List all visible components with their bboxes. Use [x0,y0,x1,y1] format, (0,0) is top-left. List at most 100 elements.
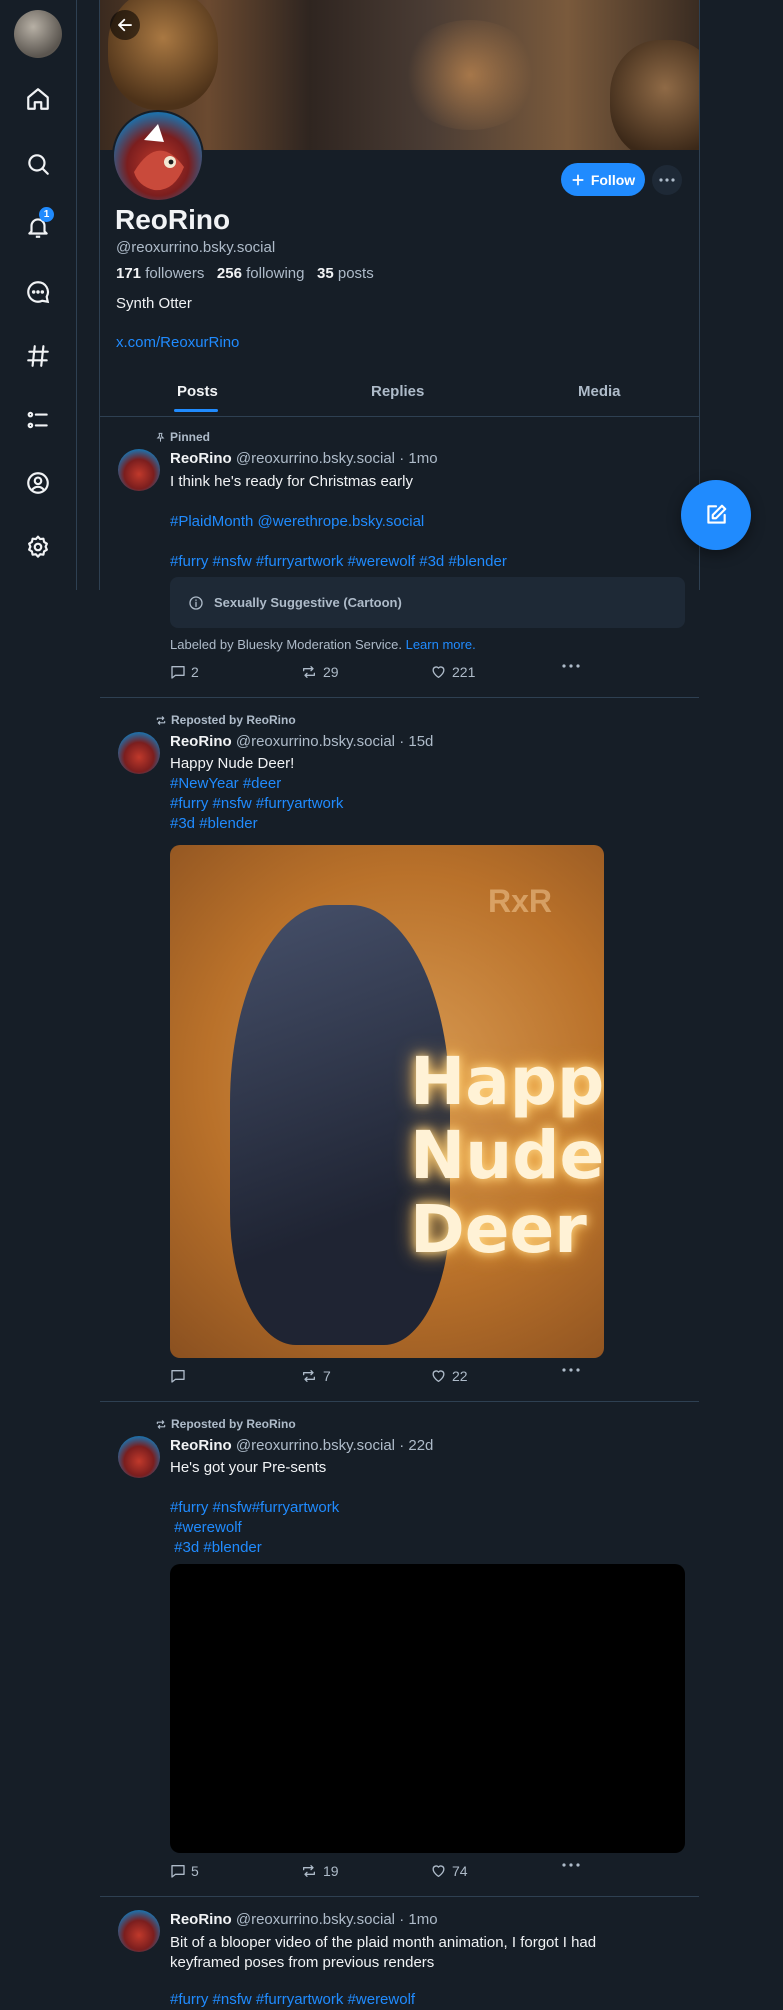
avatar-art [134,124,184,191]
tab-replies[interactable]: Replies [371,383,424,400]
search-icon[interactable] [21,147,55,181]
profile-link[interactable]: x.com/ReoxurRino [116,334,239,351]
reply-button[interactable]: 5 [170,1863,199,1879]
repost-icon [303,1865,315,1877]
following-stat[interactable]: 256 following [217,265,305,282]
active-tab-indicator [174,409,218,412]
list-icon[interactable] [21,403,55,437]
post-hashtags[interactable]: #furry #nsfw #furryartwork [170,794,343,814]
reply-icon [171,1865,185,1878]
repost-icon [156,1419,166,1429]
post-author-avatar[interactable] [118,1910,160,1952]
current-user-avatar[interactable] [14,10,62,58]
moderation-note: Labeled by Bluesky Moderation Service. L… [170,637,476,652]
settings-icon[interactable] [21,530,55,564]
back-button[interactable] [110,10,140,40]
post-author-name[interactable]: ReoRino [170,1911,232,1928]
post-text: keyframed poses from previous renders [170,1954,435,1971]
repost-icon [303,1370,315,1382]
post-author-name[interactable]: ReoRino [170,450,232,467]
post-author-handle[interactable]: @reoxurrino.bsky.social [236,733,395,750]
post-author-name[interactable]: ReoRino [170,733,232,750]
profile-handle: @reoxurrino.bsky.social [116,239,276,256]
post-author-handle[interactable]: @reoxurrino.bsky.social [236,1911,395,1928]
repost-indicator: Reposted by ReoRino [155,1417,296,1431]
post-actions: 7 22 [170,1368,590,1388]
post-hashtags[interactable]: #furry #nsfw #furryartwork #werewolf [170,1990,415,2010]
profile-more-button[interactable] [652,165,682,195]
post-more-button[interactable] [562,664,580,668]
like-button[interactable]: 74 [430,1863,468,1879]
repost-button[interactable]: 7 [300,1368,331,1384]
heart-icon [432,1865,445,1877]
post-author-avatar[interactable] [118,732,160,774]
post-time[interactable]: · 22d [399,1437,433,1454]
heart-icon [432,1370,445,1382]
post-hashtags[interactable]: #PlaidMonth @werethrope.bsky.social [170,512,424,532]
post-hashtags[interactable]: #furry #nsfw #furryartwork #werewolf #3d… [170,552,507,572]
post-divider [100,697,699,698]
post-actions: 5 19 74 [170,1863,590,1883]
pinned-indicator: Pinned [155,430,210,444]
post-more-button[interactable] [562,1863,580,1867]
like-button[interactable]: 22 [430,1368,468,1384]
arrow-left-icon [118,18,132,32]
profile-icon[interactable] [21,466,55,500]
post-hashtags[interactable]: #NewYear #deer [170,774,281,794]
ellipsis-icon [562,1368,580,1372]
post-image[interactable]: RxR Happy Nude Deer [170,845,604,1358]
pin-icon [156,432,165,442]
reply-button[interactable]: 2 [170,664,199,680]
post-author-avatar[interactable] [118,449,160,491]
post-hashtags[interactable]: #3d #blender [170,814,258,834]
reply-button[interactable] [170,1368,191,1384]
image-caption: Happy Nude Deer [410,1043,604,1268]
repost-icon [303,666,315,678]
post-video[interactable] [170,1564,685,1853]
post-time[interactable]: · 15d [399,733,433,750]
post-time[interactable]: · 1mo [399,450,437,467]
chat-icon[interactable] [21,275,55,309]
heart-icon [432,666,445,678]
post-time[interactable]: · 1mo [399,1911,437,1928]
hashtag-icon[interactable] [21,339,55,373]
ellipsis-icon [659,178,675,182]
post-more-button[interactable] [562,1368,580,1372]
profile-name: ReoRino [115,204,231,235]
post-header: ReoRino @reoxurrino.bsky.social · 1mo [170,450,438,467]
plus-icon [572,173,584,186]
posts-stat: 35 posts [317,265,374,282]
post-header: ReoRino @reoxurrino.bsky.social · 15d [170,733,433,750]
content-warning-button[interactable]: Sexually Suggestive (Cartoon) [170,577,685,628]
post-text: He's got your Pre-sents [170,1459,327,1476]
post-text: Happy Nude Deer! [170,755,295,772]
compose-post-button[interactable] [681,480,751,550]
post-header: ReoRino @reoxurrino.bsky.social · 22d [170,1437,433,1454]
info-icon [189,595,203,610]
left-nav-rail: 1 [0,0,77,590]
profile-stats: 171 followers 256 following 35 posts [116,265,374,282]
post-text: Bit of a blooper video of the plaid mont… [170,1934,597,1951]
notification-badge: 1 [39,207,54,222]
repost-button[interactable]: 29 [300,664,339,680]
tab-media[interactable]: Media [578,383,621,400]
banner-glow [400,20,540,130]
post-actions: 2 29 221 [170,664,590,684]
followers-stat[interactable]: 171 followers [116,265,204,282]
follow-button[interactable]: Follow [561,163,645,196]
post-author-name[interactable]: ReoRino [170,1437,232,1454]
profile-bio: Synth Otter [116,295,192,312]
bell-icon[interactable]: 1 [21,207,55,244]
tab-posts[interactable]: Posts [177,383,218,400]
like-button[interactable]: 221 [430,664,475,680]
profile-avatar[interactable] [112,110,204,202]
post-author-handle[interactable]: @reoxurrino.bsky.social [236,1437,395,1454]
post-hashtags[interactable]: #werewolf [170,1518,242,1538]
learn-more-link[interactable]: Learn more. [406,637,476,652]
post-author-avatar[interactable] [118,1436,160,1478]
repost-button[interactable]: 19 [300,1863,339,1879]
post-hashtags[interactable]: #3d #blender [170,1538,262,1558]
post-author-handle[interactable]: @reoxurrino.bsky.social [236,450,395,467]
home-icon[interactable] [21,82,55,116]
post-hashtags[interactable]: #furry #nsfw#furryartwork [170,1498,339,1518]
